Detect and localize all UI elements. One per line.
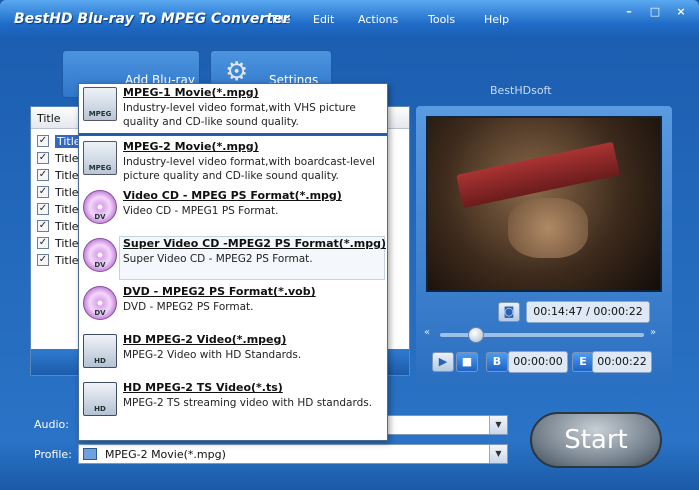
- menu-tools[interactable]: Tools: [428, 13, 455, 26]
- checkbox[interactable]: ✓: [37, 169, 49, 181]
- chevron-down-icon[interactable]: ▼: [489, 445, 507, 463]
- menu-file[interactable]: File: [272, 13, 290, 26]
- hd-mpeg-icon: HD: [83, 382, 117, 416]
- chevron-down-icon[interactable]: ▼: [489, 416, 507, 434]
- mpeg-icon: MPEG: [83, 87, 117, 121]
- checkbox[interactable]: ✓: [37, 152, 49, 164]
- checkbox[interactable]: ✓: [37, 186, 49, 198]
- menu-help[interactable]: Help: [484, 13, 509, 26]
- film-icon: [83, 448, 97, 460]
- end-time: 00:00:22: [592, 351, 652, 373]
- stop-icon[interactable]: ■: [456, 352, 478, 372]
- preview-panel: [416, 106, 672, 386]
- begin-time: 00:00:00: [508, 351, 568, 373]
- brand-label: BestHDsoft: [490, 84, 552, 97]
- end-marker-button[interactable]: E: [572, 352, 594, 372]
- format-item-dvd[interactable]: DV DVD - MPEG2 PS Format(*.vob) DVD - MP…: [79, 283, 387, 331]
- profile-dropdown: MPEG MPEG-1 Movie(*.mpg) Industry-level …: [78, 83, 388, 441]
- close-icon[interactable]: ×: [668, 0, 694, 22]
- restore-icon[interactable]: □: [642, 0, 668, 22]
- format-item-hd-mpeg2-ts[interactable]: HD HD MPEG-2 TS Video(*.ts) MPEG-2 TS st…: [79, 379, 387, 427]
- format-item-vcd[interactable]: DV Video CD - MPEG PS Format(*.mpg) Vide…: [79, 187, 387, 235]
- checkbox[interactable]: ✓: [37, 254, 49, 266]
- dvd-disc-icon: DV: [83, 238, 117, 272]
- start-button[interactable]: Start: [530, 412, 662, 468]
- play-icon[interactable]: ▶: [432, 352, 454, 372]
- menu-actions[interactable]: Actions: [358, 13, 398, 26]
- format-item-mpeg1[interactable]: MPEG MPEG-1 Movie(*.mpg) Industry-level …: [79, 84, 387, 136]
- dvd-disc-icon: DV: [83, 190, 117, 224]
- mpeg-icon: MPEG: [83, 141, 117, 175]
- checkbox[interactable]: ✓: [37, 203, 49, 215]
- video-preview: [426, 116, 662, 292]
- dvd-disc-icon: DV: [83, 286, 117, 320]
- hd-mpeg-icon: HD: [83, 334, 117, 368]
- main-window: BestHD Blu-ray To MPEG Converter File Ed…: [0, 0, 699, 490]
- app-title: BestHD Blu-ray To MPEG Converter: [14, 11, 290, 27]
- begin-marker-button[interactable]: B: [486, 352, 508, 372]
- column-title[interactable]: Title: [37, 112, 61, 125]
- audio-label: Audio:: [34, 418, 69, 431]
- profile-value: MPEG-2 Movie(*.mpg): [105, 448, 226, 461]
- time-display: 00:14:47 / 00:00:22: [526, 301, 650, 323]
- snapshot-camera-icon[interactable]: ◙: [498, 302, 520, 322]
- format-item-svcd[interactable]: DV Super Video CD -MPEG2 PS Format(*.mpg…: [79, 235, 387, 283]
- format-item-mpeg2[interactable]: MPEG MPEG-2 Movie(*.mpg) Industry-level …: [79, 138, 387, 186]
- rewind-icon[interactable]: «: [424, 327, 430, 338]
- checkbox[interactable]: ✓: [37, 237, 49, 249]
- profile-label: Profile:: [34, 448, 72, 461]
- total-time: 00:00:22: [593, 305, 643, 318]
- checkbox[interactable]: ✓: [37, 220, 49, 232]
- title-bar: BestHD Blu-ray To MPEG Converter File Ed…: [0, 0, 699, 40]
- profile-select[interactable]: MPEG-2 Movie(*.mpg) ▼: [78, 444, 508, 464]
- menu-edit[interactable]: Edit: [313, 13, 334, 26]
- fast-forward-icon[interactable]: »: [650, 327, 656, 338]
- format-item-hd-mpeg2[interactable]: HD HD MPEG-2 Video(*.mpeg) MPEG-2 Video …: [79, 331, 387, 379]
- current-time: 00:14:47: [533, 305, 583, 318]
- seek-slider-handle[interactable]: [468, 327, 484, 343]
- checkbox[interactable]: ✓: [37, 135, 49, 147]
- minimize-icon[interactable]: –: [616, 0, 642, 22]
